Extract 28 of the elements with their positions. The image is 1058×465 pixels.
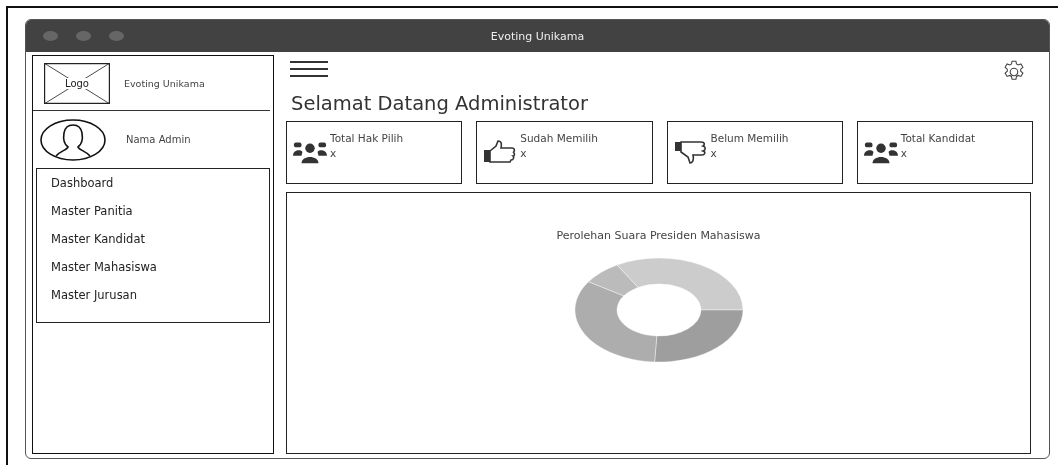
people-icon (863, 140, 898, 164)
menu-item[interactable]: Master Kandidat (51, 229, 269, 249)
thumbs-up-icon (483, 140, 518, 164)
window-title: Evoting Unikama (490, 29, 585, 43)
stat-label: Sudah Memilih (520, 132, 598, 144)
stat-value: x (520, 147, 528, 159)
menu-item[interactable]: Master Mahasiswa (51, 257, 269, 277)
user-avatar-icon (40, 118, 106, 161)
stat-value: x (900, 147, 908, 159)
window-control[interactable] (76, 31, 91, 41)
stat-label: Total Kandidat (900, 132, 976, 144)
chart-title: Perolehan Suara Presiden Mahasiswa (556, 229, 761, 242)
window-control[interactable] (109, 31, 124, 41)
stat-value: x (710, 147, 718, 159)
menu-item[interactable]: Master Panitia (51, 201, 269, 221)
logo-text: Logo (64, 77, 90, 89)
stat-label: Belum Memilih (710, 132, 789, 144)
menu-item[interactable]: Dashboard (51, 173, 269, 193)
user-name: Nama Admin (126, 134, 191, 145)
page-heading: Selamat Datang Administrator (291, 93, 589, 115)
app-name: Evoting Unikama (124, 77, 205, 89)
people-icon (293, 140, 327, 164)
stat-value: x (330, 147, 338, 159)
menu-icon[interactable] (290, 61, 328, 77)
menu-item[interactable]: Master Jurusan (51, 285, 269, 305)
stat-label: Total Hak Pilih (330, 132, 404, 144)
window-control[interactable] (43, 31, 58, 41)
thumbs-down-icon (673, 140, 708, 164)
